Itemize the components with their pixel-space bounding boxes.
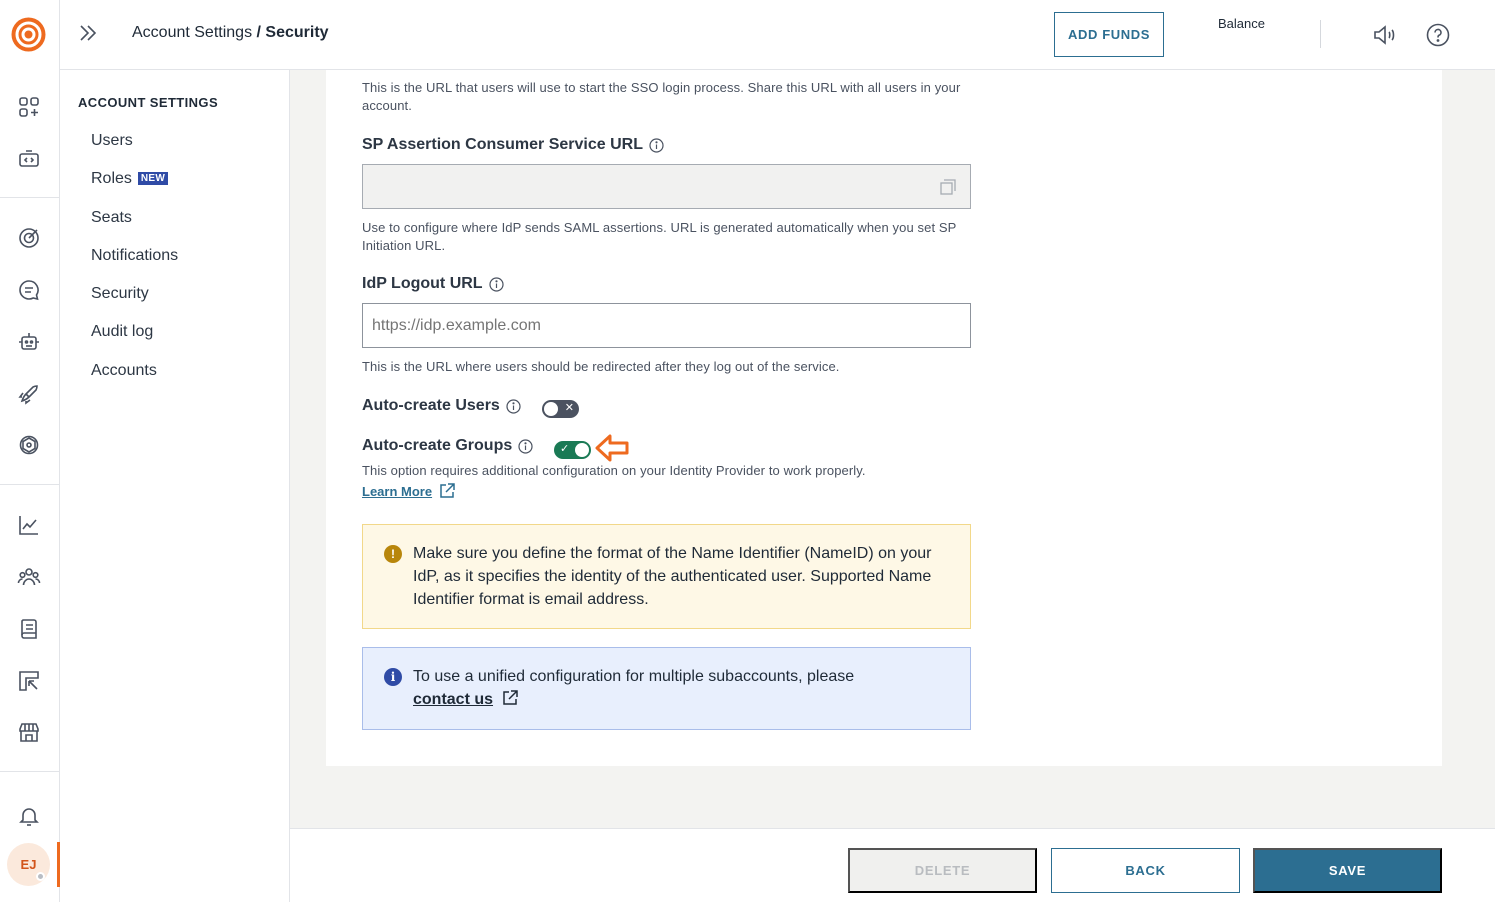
add-funds-button[interactable]: ADD FUNDS [1054, 12, 1164, 57]
acs-url-label-text: SP Assertion Consumer Service URL [362, 136, 643, 153]
breadcrumb-current: Security [265, 24, 329, 41]
x-mark-icon: ✕ [564, 402, 574, 414]
icon-rail: EJ [0, 0, 60, 902]
rocket-icon[interactable] [15, 380, 43, 408]
settings-sidebar: ACCOUNT SETTINGS Users Roles NEW Seats No… [60, 70, 290, 902]
learn-more-text: Learn More [362, 483, 433, 499]
developer-code-icon[interactable] [15, 145, 43, 173]
form-footer: DELETE BACK SAVE [290, 828, 1495, 902]
auto-create-groups-help-text: This option requires additional configur… [362, 463, 866, 478]
warning-text: Make sure you define the format of the N… [413, 545, 932, 608]
back-button[interactable]: BACK [1051, 848, 1240, 893]
info-alert-body: To use a unified configuration for multi… [413, 665, 953, 711]
settings-item-audit-log[interactable]: Audit log [91, 323, 153, 341]
subaccounts-info-alert: i To use a unified configuration for mul… [362, 647, 971, 730]
auto-create-groups-label-text: Auto-create Groups [362, 437, 513, 454]
header-divider [1320, 20, 1321, 48]
expand-sidebar-icon[interactable] [77, 22, 99, 44]
contacts-group-icon[interactable] [15, 563, 43, 591]
info-icon[interactable] [488, 276, 504, 292]
new-badge: NEW [137, 172, 169, 185]
settings-item-users[interactable]: Users [91, 132, 133, 150]
target-icon[interactable] [15, 224, 43, 252]
auto-create-groups-label: Auto-create Groups [362, 437, 533, 455]
analytics-chart-icon[interactable] [15, 511, 43, 539]
logout-url-label: IdP Logout URL [362, 275, 504, 293]
acs-url-field[interactable] [362, 164, 971, 209]
dashboard-add-icon[interactable] [15, 93, 43, 121]
info-icon[interactable] [518, 438, 533, 454]
notifications-bell-icon[interactable] [15, 802, 43, 830]
docs-book-icon[interactable] [15, 615, 43, 643]
acs-url-label: SP Assertion Consumer Service URL [362, 136, 664, 154]
user-avatar[interactable]: EJ [7, 843, 50, 886]
logout-url-help-text: This is the URL where users should be re… [362, 359, 840, 374]
info-icon[interactable] [649, 137, 664, 153]
settings-item-accounts[interactable]: Accounts [91, 362, 157, 380]
info-icon[interactable] [506, 398, 521, 414]
breadcrumb: Account Settings / Security [132, 24, 329, 42]
check-mark-icon: ✓ [560, 443, 570, 455]
toggle-knob [544, 402, 558, 416]
toggle-knob [575, 443, 589, 457]
logout-url-label-text: IdP Logout URL [362, 275, 483, 292]
save-button[interactable]: SAVE [1253, 848, 1442, 893]
logout-url-input[interactable] [362, 303, 971, 348]
robot-icon[interactable] [15, 328, 43, 356]
auto-create-users-label: Auto-create Users [362, 397, 521, 415]
info-filled-icon: i [384, 668, 402, 686]
settings-item-notifications[interactable]: Notifications [91, 247, 178, 265]
settings-item-label: Roles [91, 170, 132, 187]
settings-item-roles[interactable]: Roles NEW [91, 170, 169, 188]
delete-button[interactable]: DELETE [848, 848, 1037, 893]
marketplace-store-icon[interactable] [15, 718, 43, 746]
ai-openai-icon[interactable] [15, 431, 43, 459]
nameid-warning-alert: ! Make sure you define the format of the… [362, 524, 971, 629]
settings-item-security[interactable]: Security [91, 285, 149, 303]
presence-status-dot [36, 872, 45, 881]
external-link-icon [503, 690, 519, 705]
external-link-icon [440, 483, 455, 498]
brand-logo-icon[interactable] [10, 16, 47, 53]
breadcrumb-parent[interactable]: Account Settings [132, 24, 252, 41]
settings-heading: ACCOUNT SETTINGS [78, 95, 219, 110]
warning-icon: ! [384, 545, 402, 563]
learn-more-link[interactable]: Learn More [362, 482, 456, 500]
breadcrumb-separator: / [252, 24, 266, 41]
auto-create-users-toggle[interactable]: ✕ [542, 400, 579, 418]
top-bar: Account Settings / Security ADD FUNDS Ba… [60, 0, 1495, 70]
user-initials: EJ [20, 857, 37, 872]
sp-initiation-help-text: This is the URL that users will use to s… [362, 80, 961, 113]
auto-create-users-label-text: Auto-create Users [362, 397, 500, 414]
speaker-announcements-icon[interactable] [1370, 21, 1398, 49]
chat-icon[interactable] [15, 276, 43, 304]
acs-url-help-text: Use to configure where IdP sends SAML as… [362, 220, 957, 253]
contact-us-link[interactable]: contact us [413, 691, 493, 708]
balance-label: Balance [1218, 16, 1265, 31]
copy-icon[interactable] [938, 177, 958, 197]
pointer-arrow-icon [594, 433, 630, 463]
reports-icon[interactable] [15, 667, 43, 695]
info-text: To use a unified configuration for multi… [413, 668, 855, 685]
settings-item-seats[interactable]: Seats [91, 209, 132, 227]
help-question-icon[interactable] [1424, 21, 1452, 49]
auto-create-groups-toggle[interactable]: ✓ [554, 441, 591, 459]
